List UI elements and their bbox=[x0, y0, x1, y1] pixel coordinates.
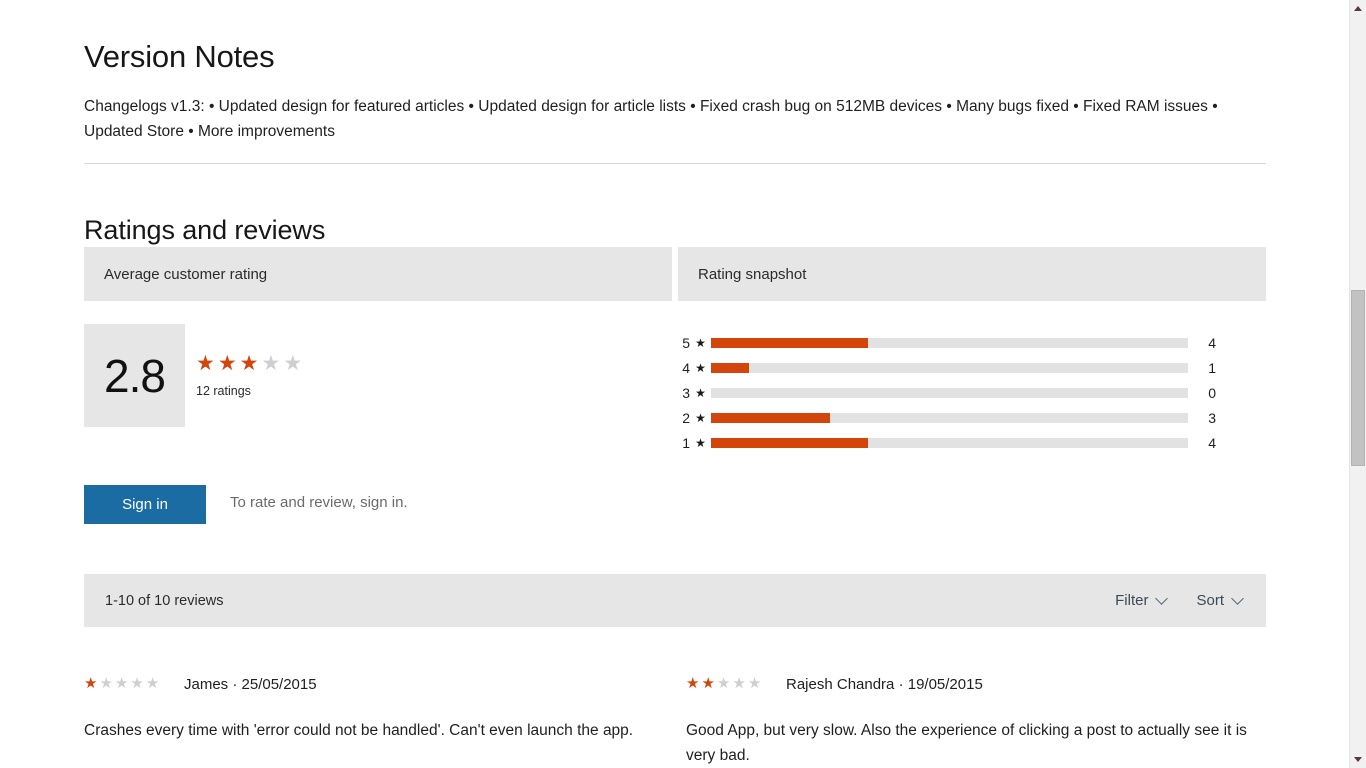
snapshot-bar-fill bbox=[711, 337, 869, 348]
review-item: ★★★★★ Rajesh Chandra · 19/05/2015 Good App… bbox=[686, 672, 1266, 768]
scroll-down-arrow-icon[interactable] bbox=[1350, 751, 1366, 768]
ratings-section-title: Ratings and reviews bbox=[84, 215, 326, 246]
average-rating-header: Average customer rating bbox=[84, 247, 672, 301]
snapshot-bar-count: 4 bbox=[1208, 434, 1216, 451]
average-star-rating: ★★★★★ bbox=[196, 352, 305, 376]
ratings-count-label: 12 ratings bbox=[196, 384, 251, 398]
review-header: ★★★★★ James · 25/05/2015 bbox=[84, 672, 664, 696]
rating-snapshot-row[interactable]: 4 ★ 1 bbox=[676, 355, 1216, 380]
snapshot-star-number: 5 bbox=[682, 334, 690, 351]
sort-dropdown[interactable]: Sort bbox=[1196, 592, 1244, 609]
rating-snapshot-row[interactable]: 3 ★ 0 bbox=[676, 380, 1216, 405]
star-icon: ★ bbox=[695, 335, 706, 350]
star-empty-icon: ★ bbox=[145, 675, 162, 692]
section-divider bbox=[84, 163, 1266, 164]
star-icon: ★ bbox=[695, 410, 706, 425]
snapshot-bar-track bbox=[711, 387, 1188, 398]
sign-in-button[interactable]: Sign in bbox=[84, 485, 206, 524]
snapshot-bar-count: 0 bbox=[1208, 384, 1216, 401]
rating-snapshot-header: Rating snapshot bbox=[678, 247, 1266, 301]
star-empty-icon: ★ bbox=[261, 352, 284, 375]
review-text: Good App, but very slow. Also the experi… bbox=[686, 722, 1247, 764]
average-score-box: 2.8 bbox=[84, 324, 185, 427]
snapshot-bar-count: 3 bbox=[1208, 409, 1216, 426]
review-author-date: James · 25/05/2015 bbox=[184, 675, 317, 693]
filter-label: Filter bbox=[1115, 592, 1149, 609]
sign-in-note: To rate and review, sign in. bbox=[230, 494, 408, 511]
review-author-date: Rajesh Chandra · 19/05/2015 bbox=[786, 675, 983, 693]
snapshot-bar-track bbox=[711, 412, 1188, 423]
rating-snapshot-row[interactable]: 2 ★ 3 bbox=[676, 405, 1216, 430]
average-score-value: 2.8 bbox=[104, 349, 166, 402]
snapshot-bar-track bbox=[711, 362, 1188, 373]
page-content: Version Notes Changelogs v1.3: • Updated… bbox=[0, 0, 1350, 768]
snapshot-bar-fill bbox=[711, 362, 750, 373]
ratings-header-bar: Average customer rating Rating snapshot bbox=[84, 247, 1266, 301]
snapshot-bar-count: 4 bbox=[1208, 334, 1216, 351]
page-root: Version Notes Changelogs v1.3: • Updated… bbox=[0, 0, 1366, 768]
review-text: Crashes every time with 'error could not… bbox=[84, 722, 634, 739]
review-star-rating: ★★★★★ bbox=[84, 674, 172, 694]
chevron-down-icon bbox=[1157, 593, 1168, 604]
snapshot-star-number: 4 bbox=[682, 359, 690, 376]
snapshot-bar-track bbox=[711, 437, 1188, 448]
snapshot-bar-count: 1 bbox=[1208, 359, 1216, 376]
reviews-toolbar: 1-10 of 10 reviews Filter Sort bbox=[84, 574, 1266, 627]
snapshot-star-number: 2 bbox=[682, 409, 690, 426]
star-filled-icon: ★ bbox=[686, 675, 702, 692]
star-empty-icon: ★ bbox=[716, 675, 733, 692]
snapshot-bar-fill bbox=[711, 437, 869, 448]
snapshot-star-number: 1 bbox=[682, 434, 690, 451]
star-icon: ★ bbox=[695, 385, 706, 400]
vertical-scrollbar[interactable] bbox=[1349, 0, 1366, 768]
review-item: ★★★★★ James · 25/05/2015 Crashes every tim… bbox=[84, 672, 664, 768]
sort-label: Sort bbox=[1196, 592, 1224, 609]
scroll-up-arrow-icon[interactable] bbox=[1350, 0, 1366, 17]
reviews-list: ★★★★★ James · 25/05/2015 Crashes every tim… bbox=[84, 672, 1266, 768]
star-empty-icon: ★ bbox=[114, 675, 131, 692]
snapshot-bar-fill bbox=[711, 412, 831, 423]
star-filled-icon: ★ bbox=[196, 352, 218, 375]
star-empty-icon: ★ bbox=[99, 675, 115, 692]
rating-snapshot-row[interactable]: 1 ★ 4 bbox=[676, 430, 1216, 455]
rating-snapshot-chart: 5 ★ 4 4 ★ 1 3 ★ 0 2 ★ 3 1 ★ 4 bbox=[676, 330, 1216, 455]
scrollbar-thumb[interactable] bbox=[1351, 290, 1365, 466]
star-empty-icon: ★ bbox=[283, 352, 306, 375]
star-filled-icon: ★ bbox=[84, 675, 100, 692]
snapshot-star-number: 3 bbox=[682, 384, 690, 401]
star-empty-icon: ★ bbox=[732, 675, 748, 692]
review-header: ★★★★★ Rajesh Chandra · 19/05/2015 bbox=[686, 672, 1266, 696]
version-notes-title: Version Notes bbox=[84, 38, 275, 74]
rating-snapshot-row[interactable]: 5 ★ 4 bbox=[676, 330, 1216, 355]
snapshot-bar-track bbox=[711, 337, 1188, 348]
star-filled-icon: ★ bbox=[701, 675, 717, 692]
star-empty-icon: ★ bbox=[130, 675, 146, 692]
filter-dropdown[interactable]: Filter bbox=[1115, 592, 1168, 609]
star-empty-icon: ★ bbox=[747, 675, 764, 692]
star-filled-icon: ★ bbox=[239, 352, 262, 375]
star-icon: ★ bbox=[695, 435, 706, 450]
version-notes-body: Changelogs v1.3: • Updated design for fe… bbox=[84, 97, 1218, 140]
star-filled-icon: ★ bbox=[217, 352, 240, 375]
reviews-toolbar-actions: Filter Sort bbox=[1115, 592, 1244, 609]
review-star-rating: ★★★★★ bbox=[686, 674, 774, 694]
reviews-count-label: 1-10 of 10 reviews bbox=[105, 592, 224, 609]
chevron-down-icon bbox=[1233, 593, 1244, 604]
star-icon: ★ bbox=[695, 360, 706, 375]
